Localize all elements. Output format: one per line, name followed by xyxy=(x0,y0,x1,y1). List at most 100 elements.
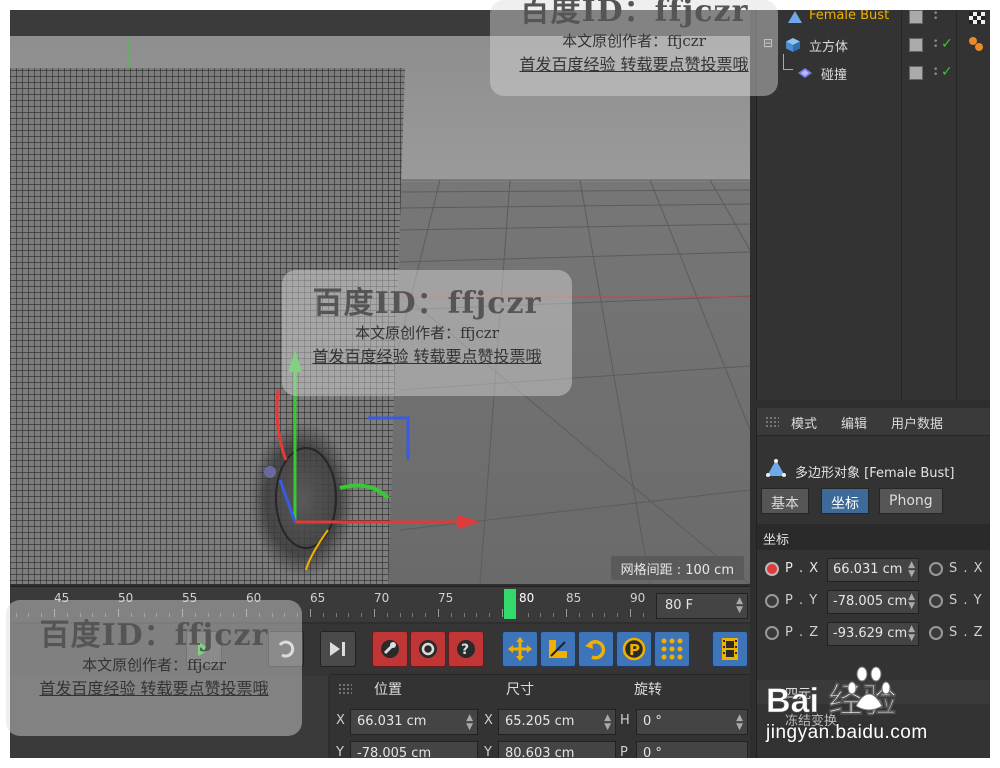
rotation-key-button[interactable] xyxy=(578,631,614,667)
grip-icon[interactable] xyxy=(338,683,352,695)
timeline-tick xyxy=(450,613,452,617)
timeline-tick xyxy=(578,613,580,617)
enabled-check-icon[interactable]: ✓ xyxy=(941,64,953,80)
size-x-field[interactable]: 65.205 cm ▲ ▼ xyxy=(498,709,616,735)
coord-label-py: P . Y xyxy=(785,593,819,608)
parameter-key-button[interactable]: P xyxy=(616,631,652,667)
polygon-object-icon xyxy=(766,459,786,477)
coord-row-x: P . X 66.031 cm ▲ ▼ S . X xyxy=(757,556,990,584)
grid-spacing-label: 网格间距 : 100 cm xyxy=(610,556,744,580)
axis-label: X xyxy=(336,713,345,728)
rotation-h-field[interactable]: 0 ° ▲ ▼ xyxy=(636,709,748,735)
move-arrows-icon xyxy=(508,637,532,661)
current-frame-label: 80 xyxy=(519,591,535,605)
cube-icon xyxy=(786,38,800,52)
timeline-tick xyxy=(476,613,478,617)
spin-arrows-icon[interactable]: ▲ ▼ xyxy=(908,625,915,643)
tab-coord[interactable]: 坐标 xyxy=(821,488,869,514)
deformer-icon xyxy=(798,68,812,78)
timeline-tick xyxy=(617,613,619,617)
svg-text:P: P xyxy=(629,641,640,659)
timeline-tick xyxy=(412,613,414,617)
timeline-tick xyxy=(502,609,503,617)
tab-basic[interactable]: 基本 xyxy=(761,488,809,514)
scale-key-button[interactable] xyxy=(540,631,576,667)
auto-key-icon xyxy=(419,640,437,658)
position-key-button[interactable] xyxy=(502,631,538,667)
svg-text:?: ? xyxy=(461,642,469,658)
texture-tag-icon[interactable] xyxy=(969,12,985,24)
spin-arrows-icon[interactable]: ▲ ▼ xyxy=(908,593,915,611)
timeline-tick xyxy=(386,613,388,617)
menu-edit[interactable]: 编辑 xyxy=(841,413,867,432)
visibility-dots[interactable]: • • xyxy=(933,10,938,24)
polygon-object-icon xyxy=(788,11,802,23)
logo-url: jingyan.baidu.com xyxy=(766,722,928,743)
position-x-field[interactable]: 66.031 cm ▲ ▼ xyxy=(350,709,478,735)
position-y-value: -78.005 cm xyxy=(357,746,432,758)
visibility-dots[interactable]: • • xyxy=(933,38,938,52)
tick-label: 90 xyxy=(630,591,646,605)
end-frame-value: 80 F xyxy=(665,598,694,613)
timeline-tick xyxy=(374,609,375,617)
object-row-collision[interactable]: 碰撞 • • ✓ xyxy=(757,54,990,86)
point-level-key-button[interactable] xyxy=(654,631,690,667)
keyframe-radio[interactable] xyxy=(765,562,779,576)
timeline-tick xyxy=(527,613,529,617)
rotation-p-field[interactable]: 0 ° xyxy=(636,741,748,758)
coord-row-y: P . Y -78.005 cm ▲ ▼ S . Y xyxy=(757,588,990,616)
timeline-window-button[interactable] xyxy=(712,631,748,667)
spin-arrows-icon[interactable]: ▲ ▼ xyxy=(736,714,743,732)
spin-arrows-icon[interactable]: ▲ ▼ xyxy=(466,714,473,732)
visibility-dots[interactable]: • • xyxy=(933,66,938,80)
scale-icon xyxy=(549,640,567,658)
size-header: 尺寸 xyxy=(506,682,534,698)
axis-label: X xyxy=(484,713,493,728)
keyframe-radio[interactable] xyxy=(929,594,943,608)
keyframe-radio[interactable] xyxy=(929,626,943,640)
size-y-value: 80.603 cm xyxy=(505,746,575,758)
object-row-female-bust[interactable]: Female Bust • • xyxy=(757,10,990,30)
coord-label-sz: S . Z xyxy=(949,625,984,640)
keyframe-radio[interactable] xyxy=(765,594,779,608)
record-keyframe-button[interactable] xyxy=(372,631,408,667)
question-icon: ? xyxy=(457,640,475,658)
py-field[interactable]: -78.005 cm ▲ ▼ xyxy=(827,590,919,614)
object-name: Female Bust xyxy=(809,10,890,23)
film-strip-icon xyxy=(722,638,738,660)
menu-user-data[interactable]: 用户数据 xyxy=(891,413,943,432)
axis-label: Y xyxy=(484,745,492,758)
pz-field[interactable]: -93.629 cm ▲ ▼ xyxy=(827,622,919,646)
auto-keyframe-button[interactable] xyxy=(410,631,446,667)
keyframe-radio[interactable] xyxy=(765,626,779,640)
tab-phong[interactable]: Phong xyxy=(879,488,943,514)
timeline-playhead[interactable] xyxy=(504,589,516,619)
enabled-check-icon[interactable]: ✓ xyxy=(941,36,953,52)
size-y-field[interactable]: 80.603 cm xyxy=(498,741,616,758)
watermark-title: 百度ID：ffjczr xyxy=(519,0,749,29)
timeline-tick xyxy=(540,613,542,617)
end-frame-field[interactable]: 80 F ▲ ▼ xyxy=(656,593,748,619)
spin-arrows-icon[interactable]: ▲ ▼ xyxy=(604,714,611,732)
position-y-field[interactable]: -78.005 cm xyxy=(350,741,478,758)
coord-label-px: P . X xyxy=(785,561,820,576)
px-field[interactable]: 66.031 cm ▲ ▼ xyxy=(827,558,919,582)
rotation-h-value: 0 ° xyxy=(643,714,662,729)
object-manager: Female Bust • • ⊟ 立方体 • • ✓ 碰撞 • • ✓ xyxy=(756,10,990,400)
layer-box[interactable] xyxy=(909,38,923,52)
grip-icon[interactable] xyxy=(765,416,779,428)
spin-arrows-icon[interactable]: ▲ ▼ xyxy=(736,597,743,615)
menu-mode[interactable]: 模式 xyxy=(791,413,817,432)
spin-arrows-icon[interactable]: ▲ ▼ xyxy=(908,561,915,579)
layer-box[interactable] xyxy=(909,10,923,24)
layer-box[interactable] xyxy=(909,66,923,80)
goto-end-button[interactable] xyxy=(320,631,356,667)
watermark-center: 百度ID：ffjczr 本文原创作者：ffjczr 首发百度经验 转载要点赞投票… xyxy=(282,270,572,396)
position-header: 位置 xyxy=(374,682,402,698)
material-tag-icon[interactable] xyxy=(967,36,985,52)
keyframe-selection-button[interactable]: ? xyxy=(448,631,484,667)
timeline-tick xyxy=(489,613,491,617)
keyframe-radio[interactable] xyxy=(929,562,943,576)
key-icon xyxy=(381,640,399,658)
axis-label: P xyxy=(620,745,628,758)
